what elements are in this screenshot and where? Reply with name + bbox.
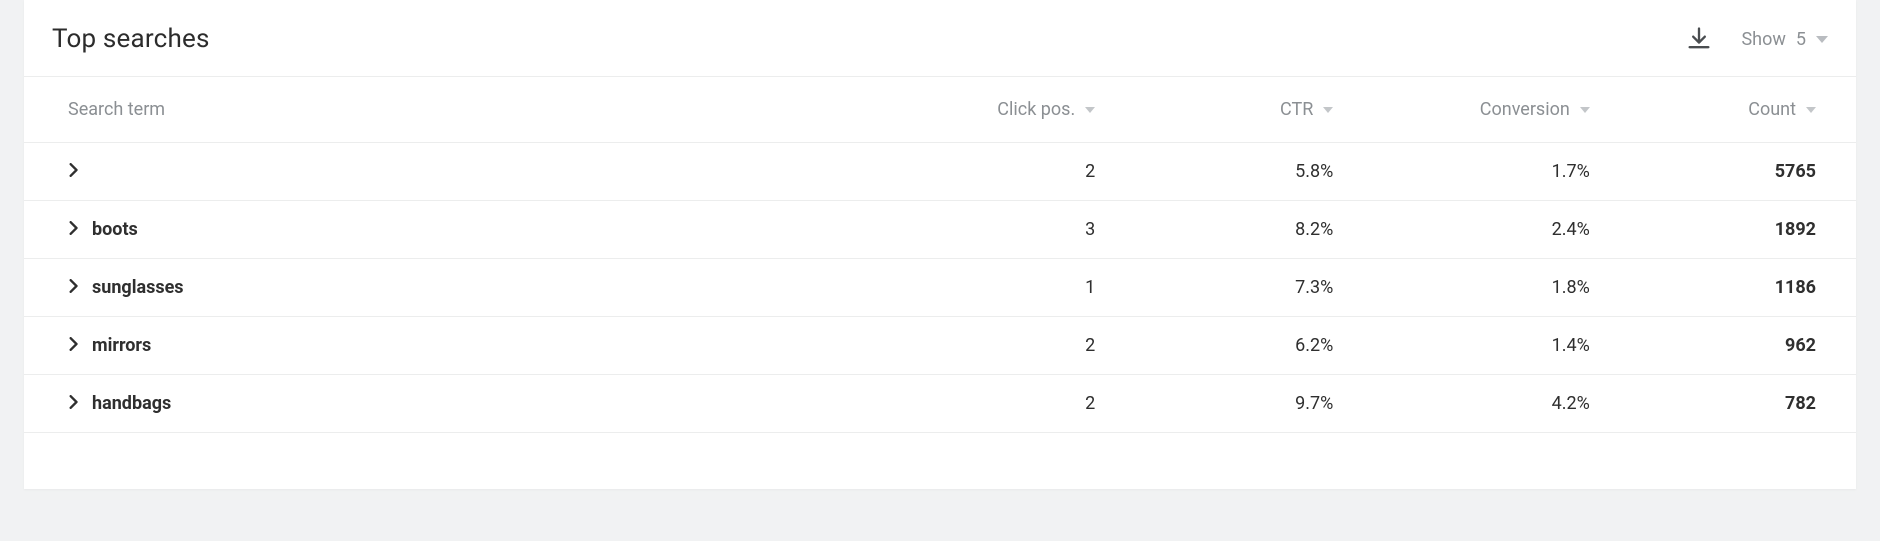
show-value: 5 bbox=[1796, 29, 1806, 50]
cell-count: 1892 bbox=[1618, 201, 1856, 259]
table-row[interactable]: sunglasses 17.3%1.8%1186 bbox=[24, 259, 1856, 317]
chevron-right-icon[interactable] bbox=[68, 395, 78, 412]
cell-conversion: 4.2% bbox=[1361, 375, 1617, 433]
sort-caret-icon bbox=[1085, 107, 1095, 113]
chevron-right-icon[interactable] bbox=[68, 279, 78, 296]
top-searches-card: Top searches Show 5 Search term bbox=[24, 0, 1856, 489]
search-term-text: mirrors bbox=[92, 335, 151, 356]
column-header-conversion[interactable]: Conversion bbox=[1361, 77, 1617, 143]
download-icon[interactable] bbox=[1685, 25, 1713, 53]
column-header-count[interactable]: Count bbox=[1618, 77, 1856, 143]
cell-click-pos: 1 bbox=[867, 259, 1123, 317]
chevron-right-icon[interactable] bbox=[68, 337, 78, 354]
top-searches-table: Search term Click pos. CTR Conversion Co… bbox=[24, 77, 1856, 433]
cell-ctr: 9.7% bbox=[1123, 375, 1361, 433]
chevron-right-icon[interactable] bbox=[68, 163, 78, 180]
table-row[interactable]: 25.8%1.7%5765 bbox=[24, 143, 1856, 201]
cell-click-pos: 2 bbox=[867, 375, 1123, 433]
cell-conversion: 1.4% bbox=[1361, 317, 1617, 375]
cell-click-pos: 2 bbox=[867, 317, 1123, 375]
table-row[interactable]: boots 38.2%2.4%1892 bbox=[24, 201, 1856, 259]
card-header: Top searches Show 5 bbox=[24, 0, 1856, 77]
cell-ctr: 7.3% bbox=[1123, 259, 1361, 317]
sort-caret-icon bbox=[1323, 107, 1333, 113]
card-title: Top searches bbox=[52, 24, 210, 54]
search-term-text: handbags bbox=[92, 393, 171, 414]
column-header-ctr[interactable]: CTR bbox=[1123, 77, 1361, 143]
cell-conversion: 2.4% bbox=[1361, 201, 1617, 259]
cell-ctr: 5.8% bbox=[1123, 143, 1361, 201]
sort-caret-icon bbox=[1580, 107, 1590, 113]
cell-search-term: mirrors bbox=[24, 317, 867, 375]
show-count-selector[interactable]: Show 5 bbox=[1741, 29, 1828, 50]
cell-ctr: 8.2% bbox=[1123, 201, 1361, 259]
cell-count: 782 bbox=[1618, 375, 1856, 433]
search-term-text: boots bbox=[92, 219, 138, 240]
cell-count: 962 bbox=[1618, 317, 1856, 375]
cell-search-term: handbags bbox=[24, 375, 867, 433]
table-header-row: Search term Click pos. CTR Conversion Co… bbox=[24, 77, 1856, 143]
table-bottom-spacer bbox=[24, 433, 1856, 489]
table-row[interactable]: mirrors 26.2%1.4%962 bbox=[24, 317, 1856, 375]
cell-count: 1186 bbox=[1618, 259, 1856, 317]
cell-click-pos: 2 bbox=[867, 143, 1123, 201]
cell-search-term bbox=[24, 143, 867, 201]
cell-count: 5765 bbox=[1618, 143, 1856, 201]
header-actions: Show 5 bbox=[1685, 25, 1828, 53]
cell-search-term: boots bbox=[24, 201, 867, 259]
sort-caret-icon bbox=[1806, 107, 1816, 113]
cell-conversion: 1.8% bbox=[1361, 259, 1617, 317]
table-row[interactable]: handbags 29.7%4.2%782 bbox=[24, 375, 1856, 433]
cell-search-term: sunglasses bbox=[24, 259, 867, 317]
show-label: Show bbox=[1741, 29, 1785, 50]
cell-click-pos: 3 bbox=[867, 201, 1123, 259]
chevron-right-icon[interactable] bbox=[68, 221, 78, 238]
search-term-text: sunglasses bbox=[92, 277, 184, 298]
column-header-click-pos[interactable]: Click pos. bbox=[867, 77, 1123, 143]
cell-conversion: 1.7% bbox=[1361, 143, 1617, 201]
column-header-search-term[interactable]: Search term bbox=[24, 77, 867, 143]
chevron-down-icon bbox=[1816, 36, 1828, 43]
cell-ctr: 6.2% bbox=[1123, 317, 1361, 375]
